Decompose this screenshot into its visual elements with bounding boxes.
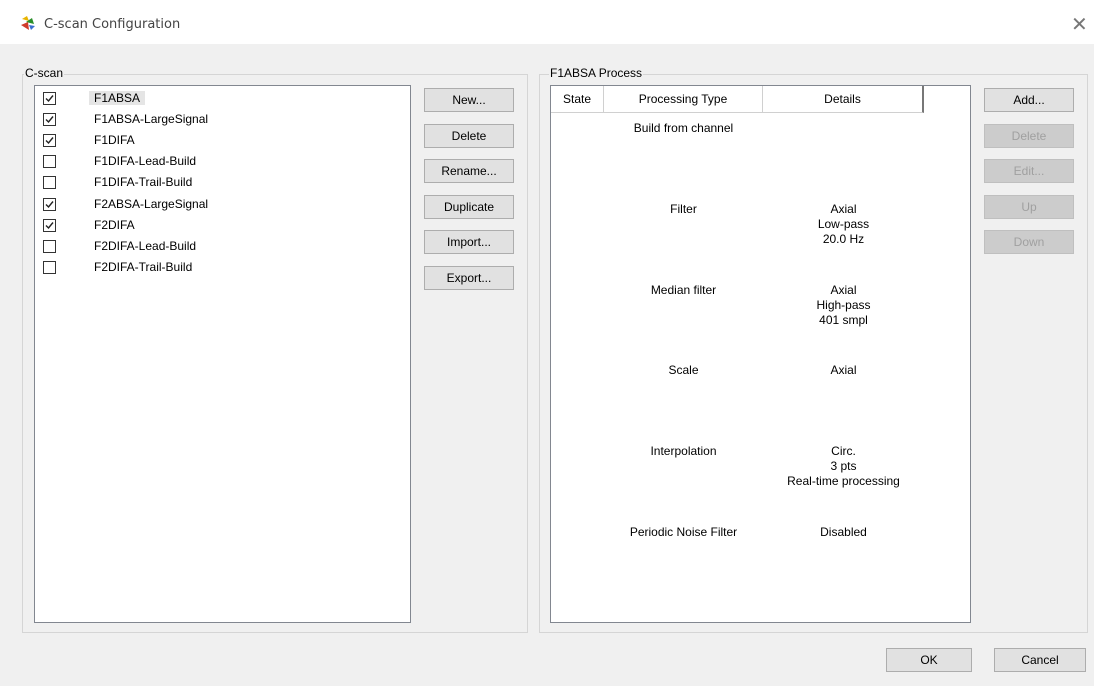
ok-button[interactable]: OK — [886, 648, 972, 672]
list-item-label: F1DIFA-Trail-Build — [94, 175, 193, 189]
checkmark-icon — [45, 95, 54, 103]
details-line: Real-time processing — [787, 474, 900, 488]
list-item-label: F2DIFA — [94, 218, 135, 232]
checkbox-checked[interactable] — [43, 113, 56, 126]
list-item[interactable]: F1DIFA-Trail-Build — [35, 174, 395, 194]
list-item[interactable]: F2ABSA-LargeSignal — [35, 196, 395, 216]
process-type-cell: Interpolation — [650, 444, 717, 458]
process-type-cell: Scale — [668, 363, 699, 377]
list-item[interactable]: F2DIFA — [35, 217, 395, 237]
details-line: Low-pass — [817, 217, 870, 231]
process-type-cell: Median filter — [650, 283, 717, 297]
details-line: Axial — [830, 363, 857, 377]
edit-button[interactable]: Edit... — [984, 159, 1074, 183]
add-button[interactable]: Add... — [984, 88, 1074, 112]
checkbox[interactable] — [43, 261, 56, 274]
window-title: C-scan Configuration — [44, 17, 181, 32]
checkbox-checked[interactable] — [43, 92, 56, 105]
list-item-label: F1ABSA — [89, 91, 146, 105]
details-line: Circ. — [831, 444, 856, 458]
cancel-button[interactable]: Cancel — [994, 648, 1086, 672]
details-line: Axial — [830, 202, 857, 216]
column-header-details[interactable]: Details — [763, 86, 924, 113]
close-icon[interactable]: ✕ — [1071, 12, 1088, 36]
details-line: 401 smpl — [819, 313, 868, 327]
checkbox-checked[interactable] — [43, 198, 56, 211]
checkmark-icon — [45, 116, 54, 124]
checkbox[interactable] — [43, 155, 56, 168]
process-details-cell: Axial High-pass 401 smpl — [763, 283, 924, 328]
process-details-cell: Circ. 3 pts Real-time processing — [763, 444, 924, 489]
list-item[interactable]: F1DIFA — [35, 132, 395, 152]
process-type-cell: Periodic Noise Filter — [629, 525, 738, 539]
rename-button[interactable]: Rename... — [424, 159, 514, 183]
column-header-state[interactable]: State — [551, 86, 604, 113]
checkmark-icon — [45, 222, 54, 230]
list-item[interactable]: F2DIFA-Lead-Build — [35, 238, 395, 258]
import-button[interactable]: Import... — [424, 230, 514, 254]
cscan-list[interactable]: F1ABSA F1ABSA-LargeSignal F1DIFA F1DIFA-Lea… — [34, 85, 411, 623]
details-line: Disabled — [820, 525, 867, 539]
list-item-label: F2ABSA-LargeSignal — [94, 197, 209, 211]
export-button[interactable]: Export... — [424, 266, 514, 290]
checkbox[interactable] — [43, 240, 56, 253]
new-button[interactable]: New... — [424, 88, 514, 112]
list-item-label: F2DIFA-Lead-Build — [94, 239, 197, 253]
down-button[interactable]: Down — [984, 230, 1074, 254]
app-icon — [21, 16, 35, 30]
duplicate-button[interactable]: Duplicate — [424, 195, 514, 219]
list-item-label: F2DIFA-Trail-Build — [94, 260, 193, 274]
delete-process-button[interactable]: Delete — [984, 124, 1074, 148]
details-line: High-pass — [816, 298, 871, 312]
list-item-label: F1ABSA-LargeSignal — [94, 112, 209, 126]
checkbox-checked[interactable] — [43, 134, 56, 147]
up-button[interactable]: Up — [984, 195, 1074, 219]
cscan-group-label: C-scan — [24, 66, 65, 80]
checkmark-icon — [45, 201, 54, 209]
list-item[interactable]: F1ABSA-LargeSignal — [35, 111, 395, 131]
process-group-label: F1ABSA Process — [549, 66, 644, 80]
delete-cscan-button[interactable]: Delete — [424, 124, 514, 148]
checkbox[interactable] — [43, 176, 56, 189]
details-line: 20.0 Hz — [822, 232, 865, 246]
process-table[interactable]: State Processing Type Details Build from… — [550, 85, 971, 623]
list-item-label: F1DIFA-Lead-Build — [94, 154, 197, 168]
process-details-cell: Axial — [763, 363, 924, 378]
list-item[interactable]: F2DIFA-Trail-Build — [35, 259, 395, 279]
checkbox-checked[interactable] — [43, 219, 56, 232]
checkmark-icon — [45, 137, 54, 145]
column-header-processing-type[interactable]: Processing Type — [604, 86, 763, 113]
list-item[interactable]: F1DIFA-Lead-Build — [35, 153, 395, 173]
details-line: Axial — [830, 283, 857, 297]
list-item[interactable]: F1ABSA — [35, 90, 395, 110]
details-line: 3 pts — [830, 459, 857, 473]
process-type-cell: Build from channel — [633, 121, 734, 135]
title-bar: C-scan Configuration ✕ — [0, 0, 1094, 44]
process-details-cell: Disabled — [763, 525, 924, 540]
list-item-label: F1DIFA — [94, 133, 135, 147]
process-details-cell: Axial Low-pass 20.0 Hz — [763, 202, 924, 247]
process-type-cell: Filter — [670, 202, 697, 216]
